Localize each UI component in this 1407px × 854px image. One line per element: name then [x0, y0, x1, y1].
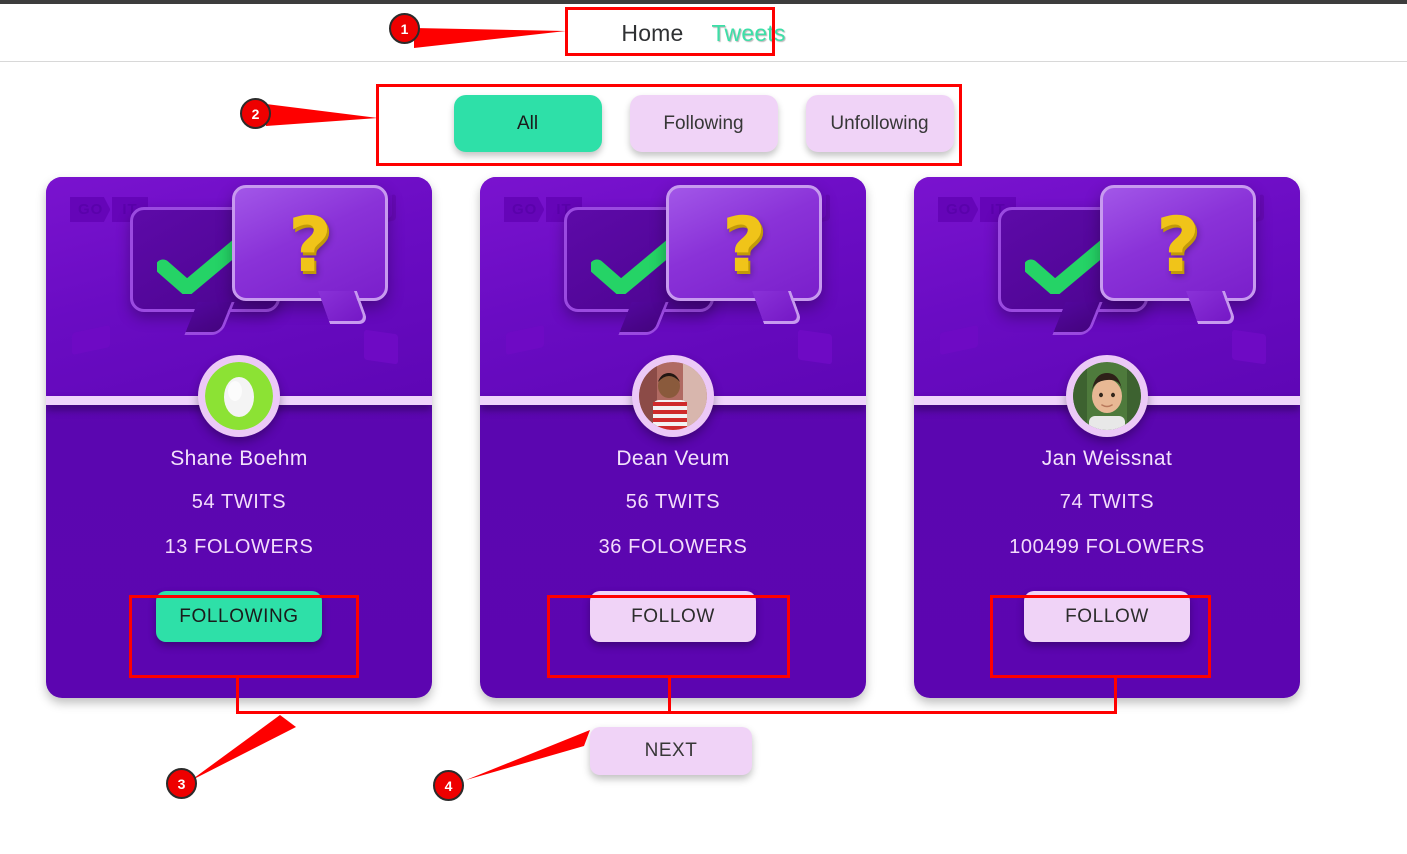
follow-toggle-button[interactable]: FOLLOWING [156, 591, 322, 642]
follow-toggle-button[interactable]: FOLLOW [1024, 591, 1190, 642]
followers-count: 13 FOLOWERS [164, 536, 314, 558]
annotation-arrow-3 [190, 715, 296, 781]
tweets-count: 74 TWITS [1059, 491, 1155, 513]
decorative-block-icon [940, 324, 978, 356]
user-name: Jan Weissnat [1041, 447, 1173, 470]
question-mark-icon: ? [287, 200, 333, 289]
user-card: GO IT ? [46, 177, 432, 698]
filter-button-all[interactable]: All [453, 95, 602, 152]
speech-bubble-question-icon: ? [666, 185, 822, 301]
decorative-block-icon [506, 324, 544, 356]
avatar-image-egg [205, 362, 273, 430]
annotation-arrow-2 [266, 104, 378, 126]
followers-count: 36 FOLOWERS [598, 536, 748, 558]
nav-link-home[interactable]: Home [621, 20, 683, 47]
goit-logo-go-text: GO [70, 197, 111, 222]
main-navigation: Home Tweets [621, 4, 785, 62]
annotation-marker-1: 1 [389, 13, 420, 44]
user-name: Dean Veum [616, 447, 730, 470]
nav-link-tweets[interactable]: Tweets [712, 20, 786, 47]
decorative-block-icon [364, 329, 398, 365]
user-name: Shane Boehm [170, 447, 308, 470]
decorative-block-icon [1232, 329, 1266, 365]
avatar-image-photo [1073, 362, 1141, 430]
annotation-arrow-4 [466, 730, 590, 780]
followers-count: 100499 FOLOWERS [1009, 536, 1205, 558]
speech-bubble-question-icon: ? [232, 185, 388, 301]
speech-bubble-question-icon: ? [1100, 185, 1256, 301]
next-page-button[interactable]: NEXT [590, 727, 752, 775]
goit-logo-go-text: GO [938, 197, 979, 222]
annotation-marker-4: 4 [433, 770, 464, 801]
card-body: Shane Boehm 54 TWITS 13 FOLOWERS FOLLOWI… [46, 447, 432, 642]
filter-button-group: All Following Unfollowing [453, 95, 954, 152]
annotation-marker-3: 3 [166, 768, 197, 799]
question-mark-icon: ? [721, 200, 767, 289]
avatar-image-photo [639, 362, 707, 430]
filter-button-following[interactable]: Following [629, 95, 778, 152]
user-card: GO IT ? [914, 177, 1300, 698]
avatar [632, 355, 714, 437]
filter-button-unfollowing[interactable]: Unfollowing [805, 95, 954, 152]
tweets-count: 56 TWITS [625, 491, 721, 513]
annotation-connector-bus [236, 711, 1117, 714]
card-body: Dean Veum 56 TWITS 36 FOLOWERS FOLLOW [480, 447, 866, 642]
decorative-block-icon [798, 329, 832, 365]
avatar [1066, 355, 1148, 437]
goit-logo-go-text: GO [504, 197, 545, 222]
follow-toggle-button[interactable]: FOLLOW [590, 591, 756, 642]
tweets-count: 54 TWITS [191, 491, 287, 513]
tweet-user-card-list: GO IT ? Shane Boehm 54 TWITS 13 FOLOWERS… [46, 177, 1300, 698]
decorative-block-icon [72, 324, 110, 356]
user-card: GO IT ? [480, 177, 866, 698]
question-mark-icon: ? [1155, 200, 1201, 289]
site-header: Home Tweets [0, 4, 1407, 62]
annotation-marker-2: 2 [240, 98, 271, 129]
card-body: Jan Weissnat 74 TWITS 100499 FOLOWERS FO… [914, 447, 1300, 642]
avatar [198, 355, 280, 437]
